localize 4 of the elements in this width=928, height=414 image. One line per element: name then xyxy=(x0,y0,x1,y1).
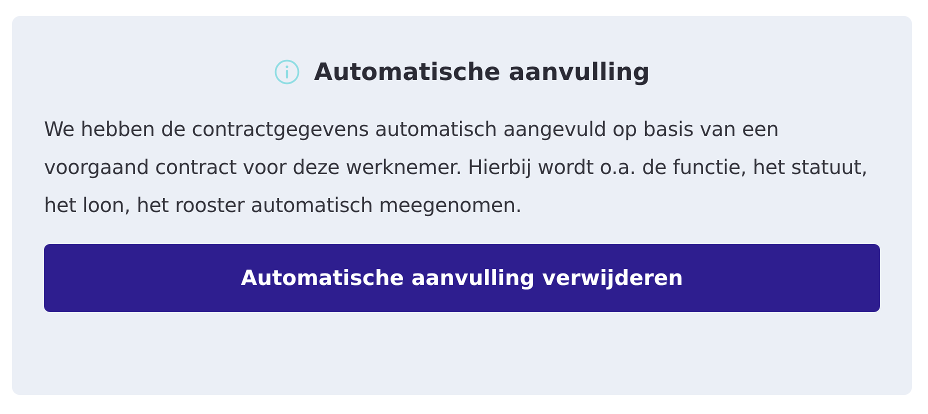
remove-autofill-button[interactable]: Automatische aanvulling verwijderen xyxy=(44,244,880,312)
notice-message: We hebben de contractgegevens automatisch aangevuld op basis van een voorgaand contract voor deze werknemer. Hierbij wordt o.a. de functie, het statuut, het loon, het rooster automatisch meegenomen. xyxy=(44,116,868,219)
notice-title: Automatische aanvulling xyxy=(314,58,650,86)
info-icon xyxy=(274,59,300,85)
